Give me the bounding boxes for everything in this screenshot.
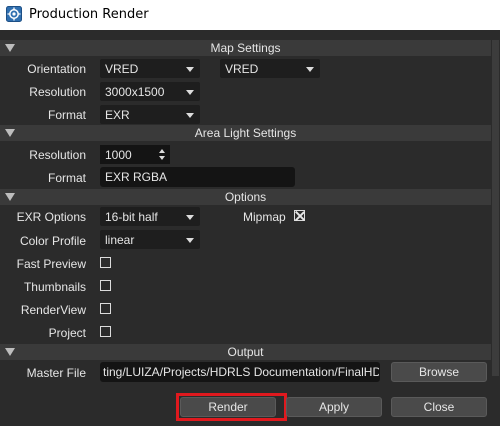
spin-down-icon[interactable] [159, 156, 165, 160]
exr-options-label: EXR Options [16, 210, 86, 224]
fast-preview-label: Fast Preview [16, 257, 86, 271]
chevron-down-icon [186, 67, 194, 72]
render-button-highlight [176, 393, 287, 421]
area-light-resolution-value: 1000 [105, 148, 132, 162]
color-profile-dropdown[interactable]: linear [100, 230, 200, 249]
section-output[interactable]: Output [0, 344, 491, 360]
master-file-field[interactable]: ting/LUIZA/Projects/HDRLS Documentation/… [100, 362, 380, 382]
orientation-value: VRED [105, 62, 139, 76]
exr-options-dropdown[interactable]: 16-bit half [100, 207, 200, 226]
renderview-label: RenderView [20, 303, 86, 317]
format-label: Format [47, 108, 86, 122]
color-profile-label: Color Profile [19, 234, 86, 248]
apply-button[interactable]: Apply [286, 397, 382, 417]
section-title: Area Light Settings [194, 126, 297, 140]
resolution-label: Resolution [29, 85, 86, 99]
section-title: Options [224, 190, 267, 204]
area-light-format-value: EXR RGBA [105, 170, 168, 184]
renderview-checkbox[interactable] [100, 303, 111, 314]
section-title: Map Settings [210, 41, 281, 55]
fast-preview-checkbox[interactable] [100, 257, 111, 268]
chevron-down-icon [186, 113, 194, 118]
project-label: Project [48, 326, 86, 340]
window-title: Production Render [29, 7, 149, 22]
thumbnails-checkbox[interactable] [100, 280, 111, 291]
section-title: Output [227, 345, 264, 359]
section-area-light-settings[interactable]: Area Light Settings [0, 125, 491, 141]
thumbnails-label: Thumbnails [23, 280, 86, 294]
spin-up-icon[interactable] [159, 149, 165, 153]
area-light-resolution-spinbox[interactable]: 1000 [100, 145, 170, 164]
area-light-format-field[interactable]: EXR RGBA [100, 167, 295, 187]
window-titlebar: Production Render [0, 0, 500, 30]
chevron-down-icon [306, 67, 314, 72]
chevron-down-icon [186, 90, 194, 95]
resolution-dropdown[interactable]: 3000x1500 [100, 82, 200, 101]
orientation-label: Orientation [27, 62, 86, 76]
close-button[interactable]: Close [391, 397, 487, 417]
exr-options-value: 16-bit half [105, 210, 158, 224]
format-value: EXR [105, 108, 130, 122]
area-light-resolution-label: Resolution [29, 148, 86, 162]
section-options[interactable]: Options [0, 189, 491, 205]
mipmap-label: Mipmap [243, 210, 286, 224]
master-file-label: Master File [26, 366, 86, 380]
master-file-value: ting/LUIZA/Projects/HDRLS Documentation/… [103, 365, 379, 379]
scrollbar-thumb[interactable] [492, 40, 499, 376]
chevron-down-icon [186, 215, 194, 220]
resolution-value: 3000x1500 [105, 85, 165, 99]
orientation-dropdown[interactable]: VRED [100, 59, 200, 78]
format-dropdown[interactable]: EXR [100, 105, 200, 124]
area-light-format-label: Format [47, 171, 86, 185]
orientation-secondary-value: VRED [225, 62, 259, 76]
color-profile-value: linear [105, 233, 135, 247]
orientation-secondary-dropdown[interactable]: VRED [220, 59, 320, 78]
browse-button[interactable]: Browse [391, 362, 487, 382]
project-checkbox[interactable] [100, 326, 111, 337]
mipmap-checkbox[interactable] [294, 210, 305, 221]
vred-render-icon [6, 6, 22, 22]
section-map-settings[interactable]: Map Settings [0, 40, 491, 56]
chevron-down-icon [186, 238, 194, 243]
